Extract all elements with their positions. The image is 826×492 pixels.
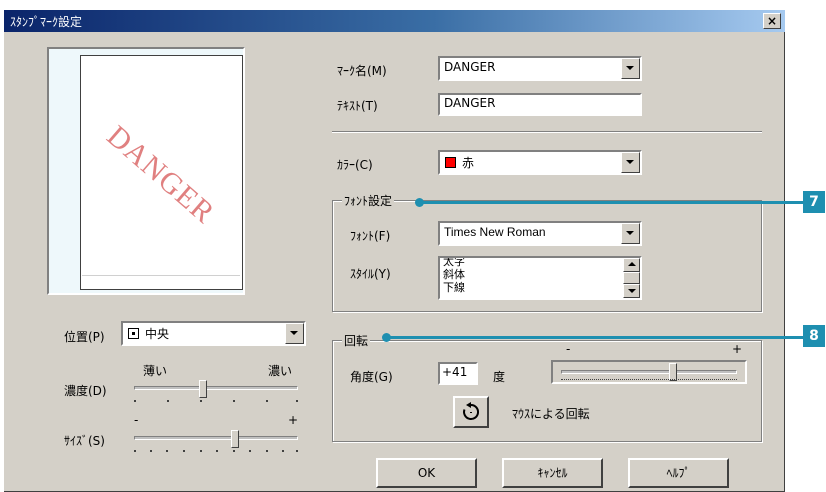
mouse-rotate-button[interactable] — [453, 396, 489, 428]
angle-value: +41 — [442, 365, 468, 379]
preview-page-baseline — [82, 275, 240, 276]
title-bar[interactable] — [4, 10, 785, 32]
color-label: ｶﾗｰ(C) — [337, 158, 373, 172]
mark-name-value: DANGER — [444, 60, 496, 74]
scroll-up-button[interactable] — [623, 258, 640, 272]
angle-unit: 度 — [493, 370, 506, 384]
ok-button[interactable]: OK — [376, 458, 477, 488]
font-value: Times New Roman — [444, 225, 546, 239]
scroll-thumb[interactable] — [623, 272, 640, 284]
style-item-bold[interactable]: 太字 — [443, 258, 465, 268]
callout-8-dot — [382, 333, 391, 342]
position-value: 中央 — [145, 327, 170, 341]
callout-8-line — [386, 336, 803, 339]
size-slider-plus: + — [288, 413, 299, 427]
color-select[interactable]: 赤 — [438, 150, 642, 175]
rotation-title: 回転 — [342, 332, 371, 349]
angle-label: 角度(G) — [350, 370, 393, 384]
dialog-title: ｽﾀﾝﾌﾟﾏｰｸ設定 — [10, 15, 83, 29]
density-label: 濃度(D) — [64, 384, 107, 398]
size-slider-minus: - — [134, 413, 139, 427]
callout-8: 8 — [803, 325, 825, 347]
scroll-down-button[interactable] — [623, 284, 640, 298]
style-listbox[interactable]: 太字 斜体 下線 — [438, 256, 642, 300]
callout-7: 7 — [803, 191, 825, 213]
rotation-slider[interactable] — [551, 360, 747, 384]
rotation-slider-plus: + — [732, 342, 743, 356]
mark-name-label: ﾏｰｸ名(M) — [337, 64, 387, 78]
angle-input[interactable]: +41 — [438, 362, 478, 385]
rotation-slider-minus: - — [566, 342, 571, 356]
text-label: ﾃｷｽﾄ(T) — [337, 99, 378, 113]
font-select[interactable]: Times New Roman — [438, 221, 642, 246]
color-swatch — [445, 157, 456, 168]
size-label: ｻｲｽﾞ(S) — [64, 434, 105, 448]
rotate-icon — [463, 402, 480, 420]
close-button[interactable]: × — [763, 13, 781, 29]
density-high-label: 濃い — [268, 364, 293, 378]
position-label: 位置(P) — [64, 330, 105, 344]
style-item-underline[interactable]: 下線 — [443, 281, 465, 294]
separator — [332, 131, 762, 133]
chevron-down-icon[interactable] — [285, 323, 304, 344]
density-slider[interactable] — [128, 378, 306, 404]
chevron-down-icon[interactable] — [621, 223, 640, 244]
style-label: ｽﾀｲﾙ(Y) — [350, 267, 391, 281]
color-value: 赤 — [462, 156, 475, 170]
text-input[interactable]: DANGER — [438, 93, 642, 116]
size-slider-thumb[interactable] — [231, 430, 239, 448]
font-settings-title: ﾌｫﾝﾄ設定 — [342, 192, 395, 209]
callout-7-line — [419, 201, 803, 204]
chevron-down-icon[interactable] — [621, 58, 640, 79]
help-button[interactable]: ﾍﾙﾌﾟ — [628, 458, 729, 488]
mark-name-select[interactable]: DANGER — [438, 56, 642, 81]
callout-7-dot — [415, 198, 424, 207]
font-label: ﾌｫﾝﾄ(F) — [350, 229, 391, 243]
style-scrollbar[interactable] — [623, 258, 640, 298]
density-slider-thumb[interactable] — [199, 380, 207, 398]
style-item-italic[interactable]: 斜体 — [443, 268, 465, 281]
mouse-rotate-label: ﾏｳｽによる回転 — [512, 407, 590, 421]
rotation-group — [332, 340, 762, 442]
chevron-down-icon[interactable] — [621, 152, 640, 173]
cancel-button[interactable]: ｷｬﾝｾﾙ — [502, 458, 603, 488]
position-select[interactable]: 中央 — [121, 321, 306, 346]
text-input-value: DANGER — [444, 96, 496, 110]
center-position-icon — [128, 328, 139, 339]
density-low-label: 薄い — [143, 364, 168, 378]
size-slider[interactable] — [128, 428, 306, 454]
